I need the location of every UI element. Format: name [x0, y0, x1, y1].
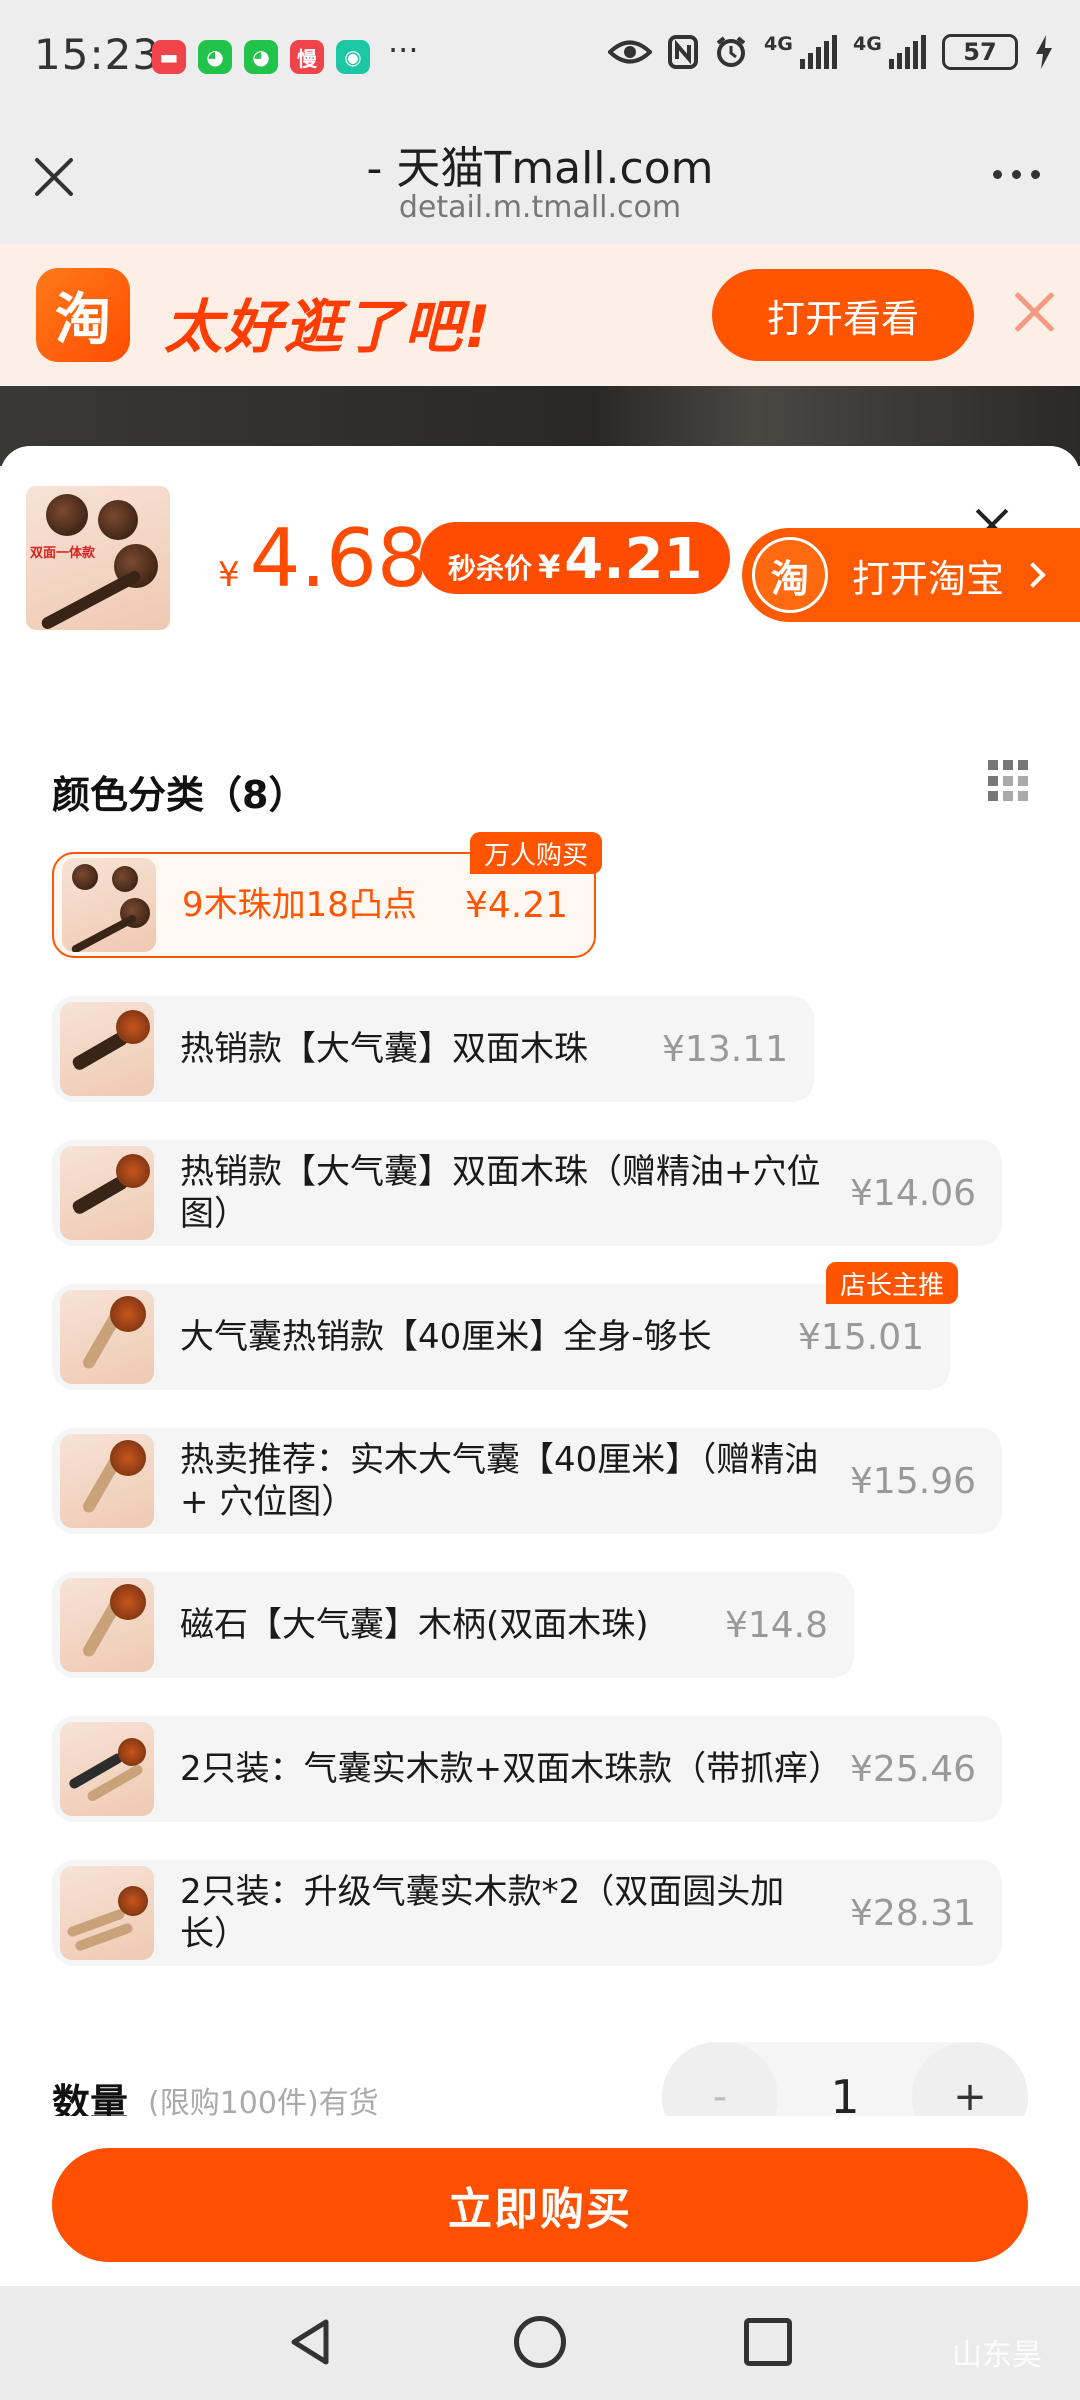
variant-name: 热销款【大气囊】双面木珠 — [180, 1029, 588, 1069]
grid-view-icon[interactable] — [988, 760, 1030, 802]
system-icons: 4G 4G 57 — [608, 33, 1054, 70]
variant-price: ¥14.06 — [850, 1172, 976, 1214]
signal-label: 4G — [764, 33, 793, 55]
variant-price: ¥28.31 — [850, 1892, 976, 1934]
variant-option[interactable]: 2只装：气囊实木款+双面木珠款（带抓痒） ¥25.46 — [52, 1716, 1002, 1822]
variant-option[interactable]: 热销款【大气囊】双面木珠（赠精油+穴位图） ¥14.06 — [52, 1140, 1002, 1246]
variant-price: ¥14.8 — [724, 1604, 828, 1646]
sku-selection-sheet: 双面一体款 ¥ 4.68 秒杀价 ¥ 4.21 淘 打开淘宝 颜色分类（8） 9… — [0, 446, 1080, 2286]
variant-badge: 万人购买 — [469, 832, 602, 874]
banner-slogan: 太好逛了吧! — [164, 293, 493, 361]
variant-thumbnail — [60, 1866, 154, 1960]
status-bar: 15:23 ▬ ◕ ◕ 慢 ◉ ··· 4G 4G 57 — [0, 0, 1080, 112]
taobao-logo-icon: 淘 — [36, 268, 130, 362]
signal-label-2: 4G — [853, 33, 882, 55]
variant-price: ¥13.11 — [662, 1028, 788, 1070]
variant-thumbnail — [60, 1722, 154, 1816]
price-value: 4.68 — [249, 512, 428, 605]
wechat-notification-icon: ◕ — [198, 40, 232, 74]
banner-close-icon[interactable] — [1012, 290, 1056, 334]
variant-thumbnail — [62, 858, 156, 952]
variant-option[interactable]: 热卖推荐：实木大气囊【40厘米】（赠精油+ 穴位图） ¥15.96 — [52, 1428, 1002, 1534]
variant-option[interactable]: 磁石【大气囊】木柄(双面木珠) ¥14.8 — [52, 1572, 854, 1678]
variant-option[interactable]: 大气囊热销款【40厘米】全身-够长 ¥15.01 店长主推 — [52, 1262, 958, 1390]
variant-name: 9木珠加18凸点 — [182, 885, 417, 925]
variant-option[interactable]: 2只装：升级气囊实木款*2（双面圆头加长） ¥28.31 — [52, 1860, 1002, 1966]
battery-icon: 57 — [942, 34, 1018, 70]
more-notifications-icon: ··· — [388, 31, 419, 69]
variant-price: ¥15.96 — [850, 1460, 976, 1502]
chevron-right-icon — [1020, 562, 1046, 588]
variant-name: 磁石【大气囊】木柄(双面木珠) — [180, 1605, 649, 1645]
eye-icon — [608, 40, 652, 64]
seckill-price: 4.21 — [564, 527, 703, 592]
watermark: 山东昊 — [952, 2338, 1042, 2373]
signal-icon-2: 4G — [853, 33, 926, 69]
cat-app-notification-icon: ◉ — [336, 40, 370, 74]
seckill-price-badge: 秒杀价 ¥ 4.21 — [420, 522, 731, 594]
variant-thumbnail — [60, 1578, 154, 1672]
currency-symbol: ¥ — [218, 555, 240, 595]
variant-section-title: 颜色分类（8） — [52, 773, 307, 817]
signal-icon: 4G — [764, 33, 837, 69]
wechat-notification-icon-2: ◕ — [244, 40, 278, 74]
variant-option-selected[interactable]: 9木珠加18凸点 ¥4.21 万人购买 — [52, 832, 602, 958]
status-time: 15:23 — [34, 30, 161, 79]
variant-name: 热卖推荐：实木大气囊【40厘米】（赠精油+ 穴位图） — [180, 1440, 819, 1522]
buy-bar: 立即购买 — [0, 2116, 1080, 2286]
red-app-notification-icon: ▬ — [152, 40, 186, 74]
variant-option[interactable]: 热销款【大气囊】双面木珠 ¥13.11 — [52, 996, 814, 1102]
variant-badge: 店长主推 — [825, 1262, 958, 1304]
charging-icon — [1036, 35, 1052, 69]
page-title: - 天猫Tmall.com — [366, 143, 714, 194]
alarm-icon — [716, 36, 746, 67]
more-menu-icon[interactable] — [993, 170, 1040, 179]
page-url: detail.m.tmall.com — [398, 190, 682, 225]
variant-price: ¥4.21 — [464, 884, 568, 926]
thumb-label: 双面一体款 — [30, 546, 96, 561]
variant-name: 热销款【大气囊】双面木珠（赠精油+穴位图） — [180, 1152, 821, 1234]
variant-thumbnail — [60, 1146, 154, 1240]
variant-name: 2只装：气囊实木款+双面木珠款（带抓痒） — [180, 1749, 843, 1789]
variant-price: ¥15.01 — [798, 1316, 924, 1358]
current-price: ¥ 4.68 — [218, 512, 428, 605]
buy-now-button[interactable]: 立即购买 — [52, 2148, 1028, 2262]
system-nav-bar — [0, 2286, 1080, 2400]
nfc-icon — [668, 35, 698, 69]
variant-price: ¥25.46 — [850, 1748, 976, 1790]
manhua-notification-icon: 慢 — [290, 40, 324, 74]
seckill-label: 秒杀价 — [448, 552, 533, 585]
variant-thumbnail — [60, 1002, 154, 1096]
browser-header: - 天猫Tmall.com detail.m.tmall.com — [0, 112, 1080, 244]
product-thumbnail[interactable]: 双面一体款 — [26, 486, 170, 630]
back-nav-icon[interactable] — [286, 2316, 338, 2368]
open-taobao-label: 打开淘宝 — [852, 556, 1005, 601]
open-taobao-button[interactable]: 淘 打开淘宝 — [742, 528, 1080, 622]
variant-thumbnail — [60, 1290, 154, 1384]
home-nav-icon[interactable] — [514, 2316, 566, 2368]
variant-name: 2只装：升级气囊实木款*2（双面圆头加长） — [180, 1872, 785, 1954]
seckill-currency: ¥ — [538, 548, 561, 586]
app-promo-banner: 淘 太好逛了吧! 打开看看 — [0, 244, 1080, 386]
variant-thumbnail — [60, 1434, 154, 1528]
recent-apps-icon[interactable] — [744, 2318, 792, 2366]
notification-icons: ▬ ◕ ◕ 慢 ◉ ··· — [152, 31, 419, 74]
variant-name: 大气囊热销款【40厘米】全身-够长 — [180, 1317, 712, 1357]
taobao-icon: 淘 — [752, 537, 828, 613]
open-app-button[interactable]: 打开看看 — [712, 269, 974, 361]
